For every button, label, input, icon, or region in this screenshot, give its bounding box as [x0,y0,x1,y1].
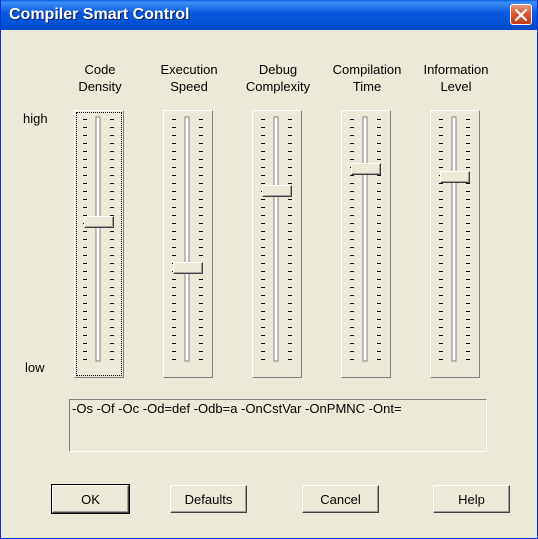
slider-execution-speed[interactable] [163,110,213,378]
help-button[interactable]: Help [433,485,510,513]
window-title: Compiler Smart Control [9,6,190,23]
title-bar[interactable]: Compiler Smart Control [1,0,537,30]
slider-groove [273,116,279,362]
cancel-button[interactable]: Cancel [302,485,379,513]
dialog-window: Compiler Smart Control Code Density Execu… [0,0,538,539]
slider-debug-complexity[interactable] [252,110,302,378]
slider-ticks [261,116,292,362]
slider-thumb[interactable] [84,216,114,228]
slider-thumb[interactable] [351,163,381,175]
slider-ticks [172,116,203,362]
slider-groove [95,116,101,362]
slider-code-density[interactable] [74,110,124,378]
slider-groove [184,116,190,362]
slider-ticks [439,116,470,362]
slider-ticks [350,116,381,362]
close-icon [515,9,527,21]
ok-button[interactable]: OK [51,484,130,514]
slider-groove [362,116,368,362]
defaults-button[interactable]: Defaults [170,485,247,513]
slider-thumb[interactable] [173,262,203,274]
slider-information-level[interactable] [430,110,480,378]
label-information-level: Information Level [423,62,489,94]
low-label: low [25,360,45,375]
options-textbox[interactable]: -Os -Of -Oc -Od=def -Odb=a -OnCstVar -On… [69,399,487,452]
slider-ticks [83,116,114,362]
close-button[interactable] [510,4,532,25]
slider-compilation-time[interactable] [341,110,391,378]
options-text: -Os -Of -Oc -Od=def -Odb=a -OnCstVar -On… [72,401,402,416]
high-label: high [23,111,48,126]
slider-groove [451,116,457,362]
slider-thumb[interactable] [262,185,292,197]
slider-thumb[interactable] [440,171,470,183]
